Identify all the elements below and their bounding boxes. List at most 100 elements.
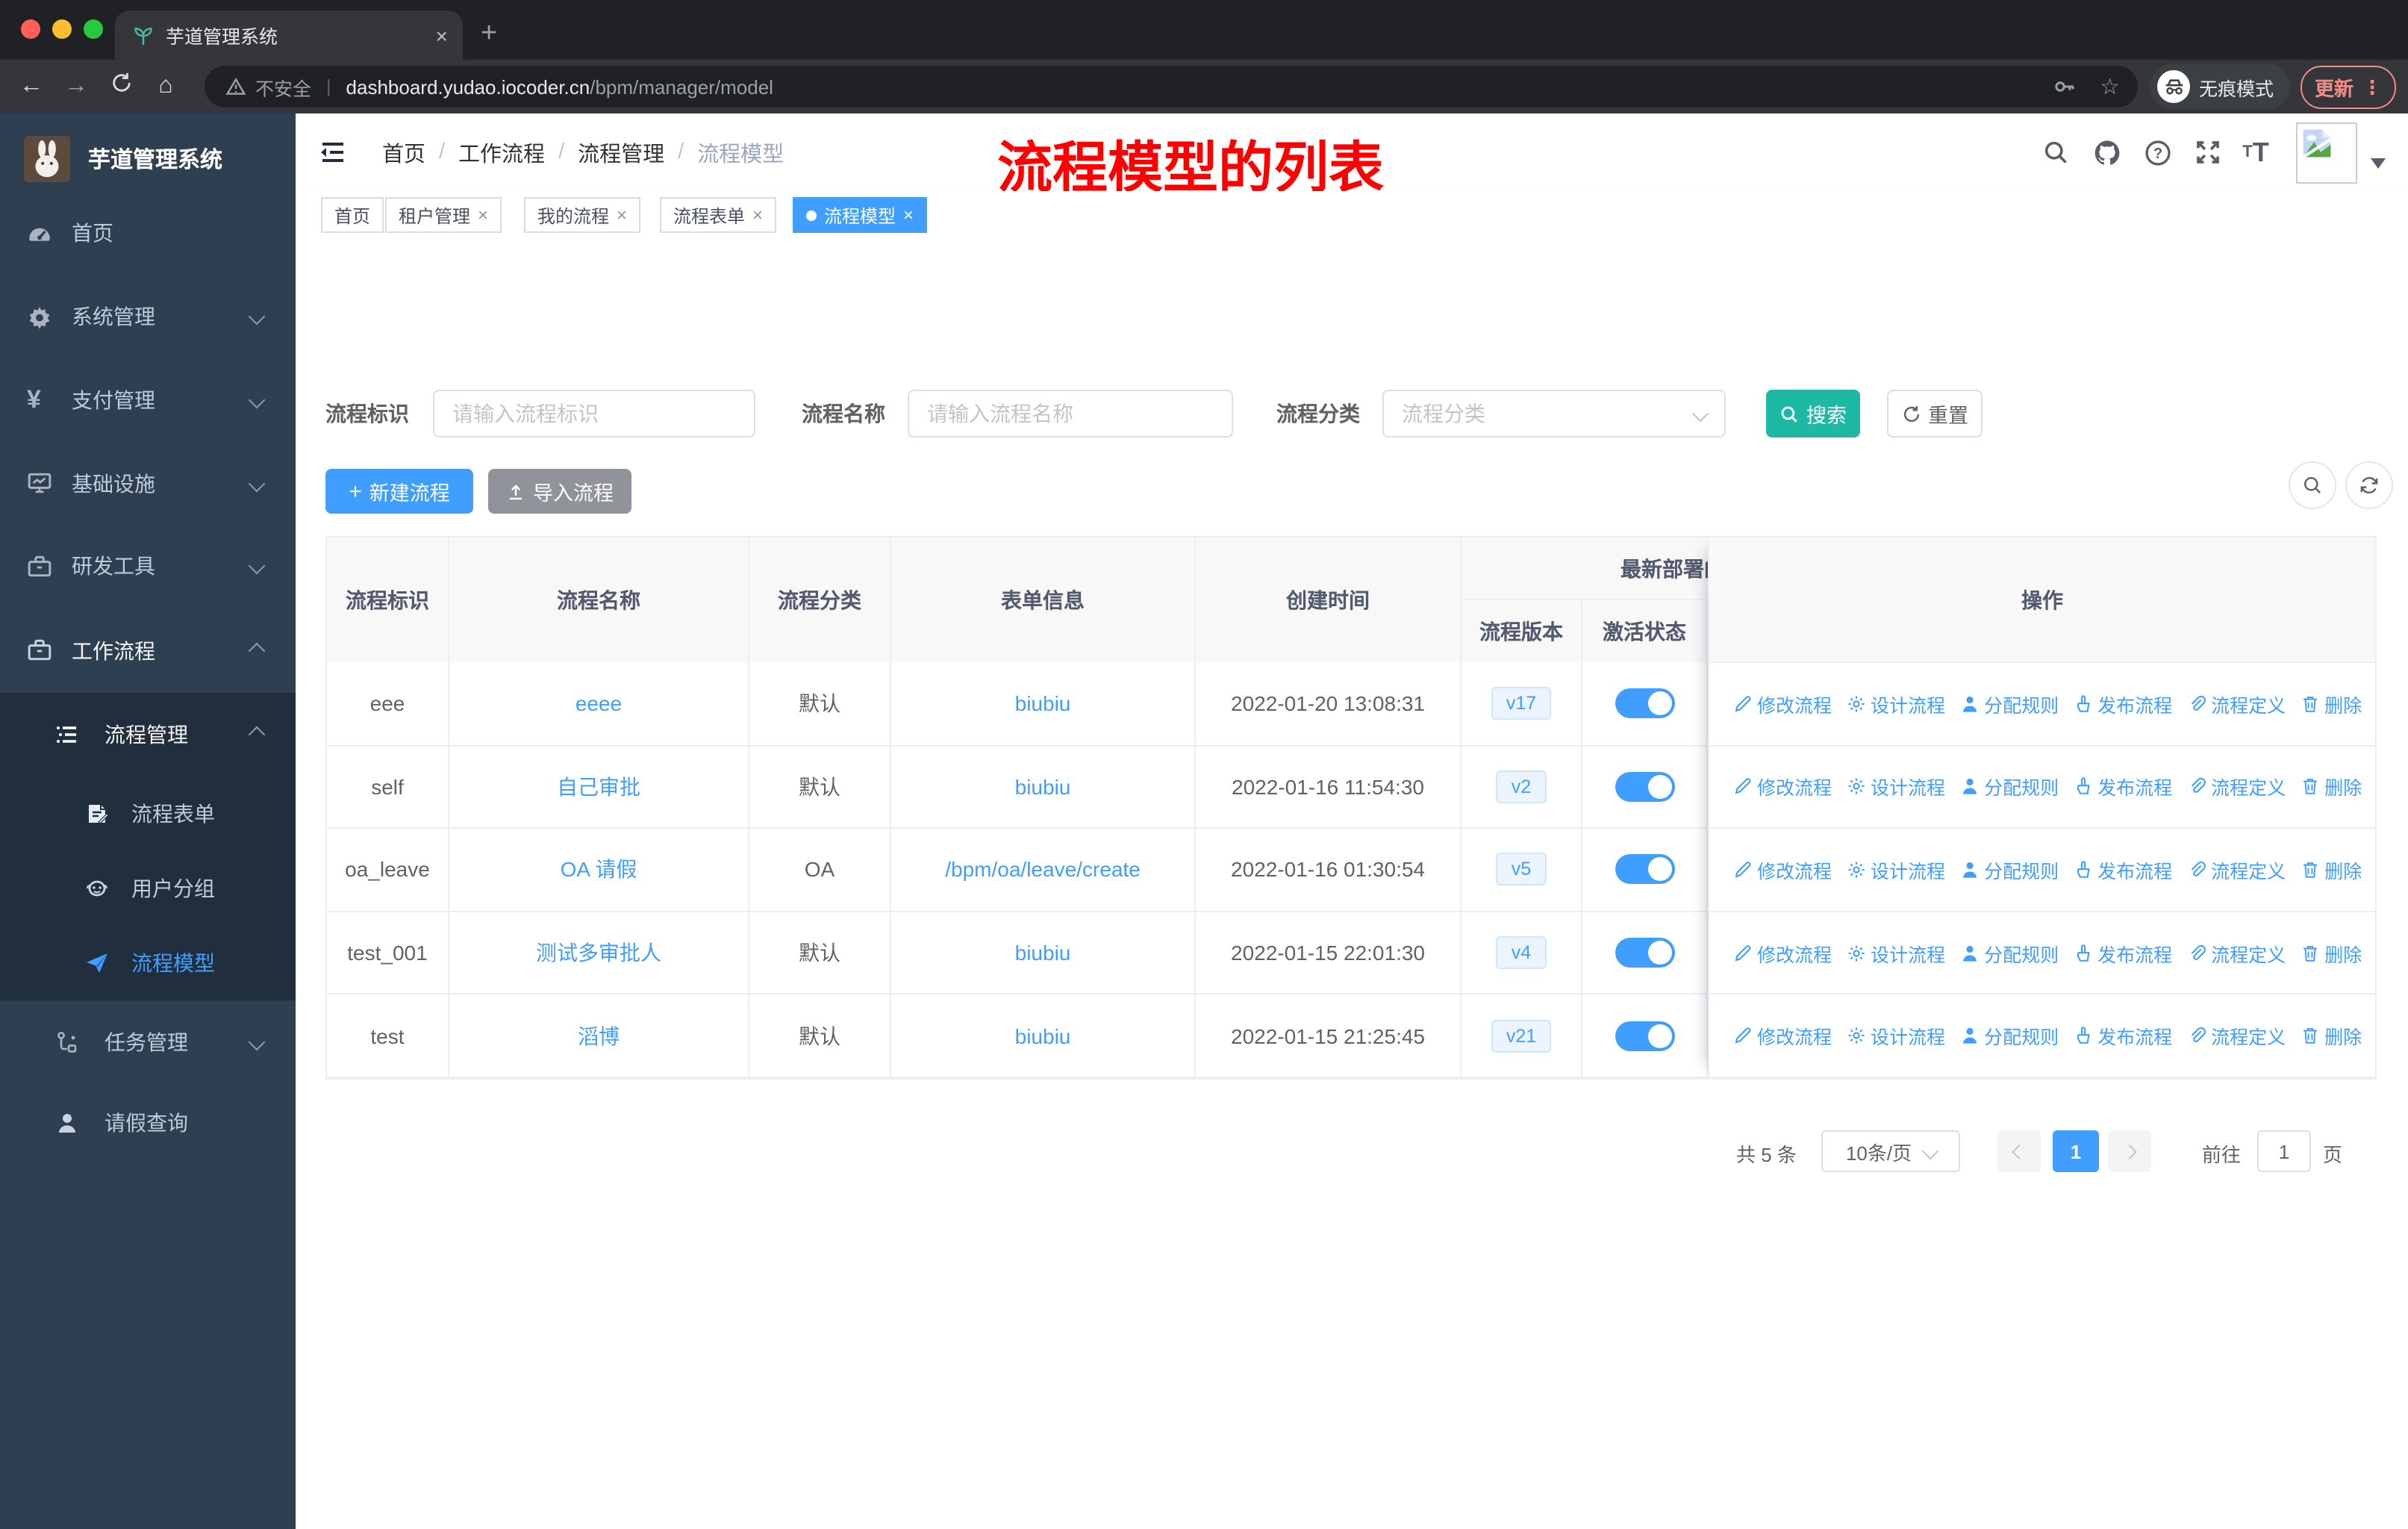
design-process-link[interactable]: 设计流程 [1847,938,1945,967]
form-info-link[interactable]: biubiu [1015,941,1071,965]
search-button[interactable]: 搜索 [1766,390,1860,437]
current-page[interactable]: 1 [2053,1130,2099,1172]
publish-process-link[interactable]: 发布流程 [2074,856,2172,884]
delete-link[interactable]: 删除 [2301,690,2362,718]
version-badge[interactable]: v2 [1496,770,1547,803]
sidebar-item-user-group[interactable]: 用户分组 [0,851,296,926]
github-icon[interactable] [2081,113,2132,191]
back-icon[interactable]: ← [9,73,54,100]
tab-close-icon[interactable]: × [436,23,448,47]
fullscreen-icon[interactable] [2183,113,2233,191]
edit-process-link[interactable]: 修改流程 [1733,1021,1832,1050]
window-minimize-button[interactable] [52,19,72,39]
font-size-icon[interactable]: TT [2230,113,2281,191]
tag-tenant[interactable]: 租户管理 × [385,197,502,233]
form-info-link[interactable]: biubiu [1015,692,1071,716]
sidebar-item-home[interactable]: 首页 [0,191,296,275]
publish-process-link[interactable]: 发布流程 [2074,690,2172,718]
breadcrumb-workflow[interactable]: 工作流程 [458,137,545,168]
help-icon[interactable]: ? [2132,113,2183,191]
assign-rule-link[interactable]: 分配规则 [1960,690,2059,718]
process-definition-link[interactable]: 流程定义 [2187,856,2286,884]
process-definition-link[interactable]: 流程定义 [2187,938,2286,967]
assign-rule-link[interactable]: 分配规则 [1960,938,2059,967]
refresh-button[interactable] [2345,461,2393,509]
search-icon[interactable] [2030,113,2081,191]
breadcrumb-process-manage[interactable]: 流程管理 [578,137,664,168]
publish-process-link[interactable]: 发布流程 [2074,1021,2172,1050]
version-badge[interactable]: v21 [1491,1019,1552,1053]
delete-link[interactable]: 删除 [2301,1021,2362,1050]
process-name-link[interactable]: 测试多审批人 [536,938,661,968]
tag-close-icon[interactable]: × [903,205,914,225]
process-id-input[interactable] [433,390,755,437]
sidebar-item-workflow[interactable]: 工作流程 [0,608,296,693]
design-process-link[interactable]: 设计流程 [1847,690,1945,718]
bookmark-star-icon[interactable]: ☆ [2100,73,2120,100]
reload-icon[interactable] [99,72,143,102]
version-badge[interactable]: v5 [1496,853,1547,886]
browser-update-button[interactable]: 更新 ⋮ [2301,66,2396,109]
form-info-link[interactable]: biubiu [1015,775,1071,799]
form-info-link[interactable]: biubiu [1015,1024,1071,1047]
security-label[interactable]: 不安全 [255,72,311,101]
browser-menu-icon[interactable]: ⋮ [2362,75,2382,99]
show-search-button[interactable] [2289,461,2336,509]
design-process-link[interactable]: 设计流程 [1847,856,1945,884]
publish-process-link[interactable]: 发布流程 [2074,773,2172,801]
tag-process-model[interactable]: 流程模型 × [793,197,928,233]
process-name-link[interactable]: eeee [576,692,622,716]
delete-link[interactable]: 删除 [2301,856,2362,884]
assign-rule-link[interactable]: 分配规则 [1960,856,2059,884]
tag-close-icon[interactable]: × [752,205,763,225]
window-zoom-button[interactable] [84,19,103,39]
tag-close-icon[interactable]: × [617,205,627,225]
edit-process-link[interactable]: 修改流程 [1733,856,1832,884]
active-toggle[interactable] [1615,1021,1674,1051]
publish-process-link[interactable]: 发布流程 [2074,938,2172,967]
active-toggle[interactable] [1615,938,1674,968]
avatar[interactable] [2296,122,2357,184]
process-name-link[interactable]: 自己审批 [557,772,640,802]
tag-close-icon[interactable]: × [478,205,488,225]
key-icon[interactable] [2052,75,2076,99]
sidebar-item-process-model[interactable]: 流程模型 [0,926,296,1000]
sidebar-item-leave-query[interactable]: 请假查询 [0,1084,296,1162]
reset-button[interactable]: 重置 [1887,390,1983,437]
home-icon[interactable]: ⌂ [143,73,188,100]
security-warning-icon[interactable] [225,76,246,97]
edit-process-link[interactable]: 修改流程 [1733,773,1832,801]
design-process-link[interactable]: 设计流程 [1847,773,1945,801]
category-select[interactable]: 流程分类 [1382,390,1726,437]
prev-page-button[interactable] [1997,1130,2041,1172]
active-toggle[interactable] [1615,854,1674,885]
form-info-link[interactable]: /bpm/oa/leave/create [945,858,1141,882]
assign-rule-link[interactable]: 分配规则 [1960,773,2059,801]
design-process-link[interactable]: 设计流程 [1847,1021,1945,1050]
delete-link[interactable]: 删除 [2301,773,2362,801]
forward-icon[interactable]: → [54,73,99,100]
process-definition-link[interactable]: 流程定义 [2187,1021,2286,1050]
tag-my-process[interactable]: 我的流程 × [524,197,641,233]
new-tab-button[interactable]: + [481,12,497,57]
tag-home[interactable]: 首页 [321,197,384,233]
active-toggle[interactable] [1615,771,1674,802]
breadcrumb-home[interactable]: 首页 [382,137,425,168]
process-name-link[interactable]: 滔博 [578,1021,620,1050]
active-toggle[interactable] [1615,688,1674,719]
sidebar-item-devtools[interactable]: 研发工具 [0,524,296,608]
process-name-input[interactable] [908,390,1233,437]
avatar-caret-icon[interactable] [2371,158,2386,176]
page-size-select[interactable]: 10条/页 [1821,1130,1960,1172]
address-bar[interactable]: 不安全 | dashboard.yudao.iocoder.cn/bpm/man… [205,66,2138,108]
sidebar-item-process-manage[interactable]: 流程管理 [0,693,296,776]
sidebar-logo[interactable]: 芋道管理系统 [0,125,296,191]
sidebar-fold-icon[interactable] [308,113,358,191]
edit-process-link[interactable]: 修改流程 [1733,938,1832,967]
sidebar-item-process-form[interactable]: 流程表单 [0,776,296,851]
process-name-link[interactable]: OA 请假 [561,855,637,885]
edit-process-link[interactable]: 修改流程 [1733,690,1832,718]
sidebar-item-payment[interactable]: ¥ 支付管理 [0,358,296,442]
goto-page-input[interactable] [2257,1130,2311,1172]
create-process-button[interactable]: + 新建流程 [325,469,473,514]
